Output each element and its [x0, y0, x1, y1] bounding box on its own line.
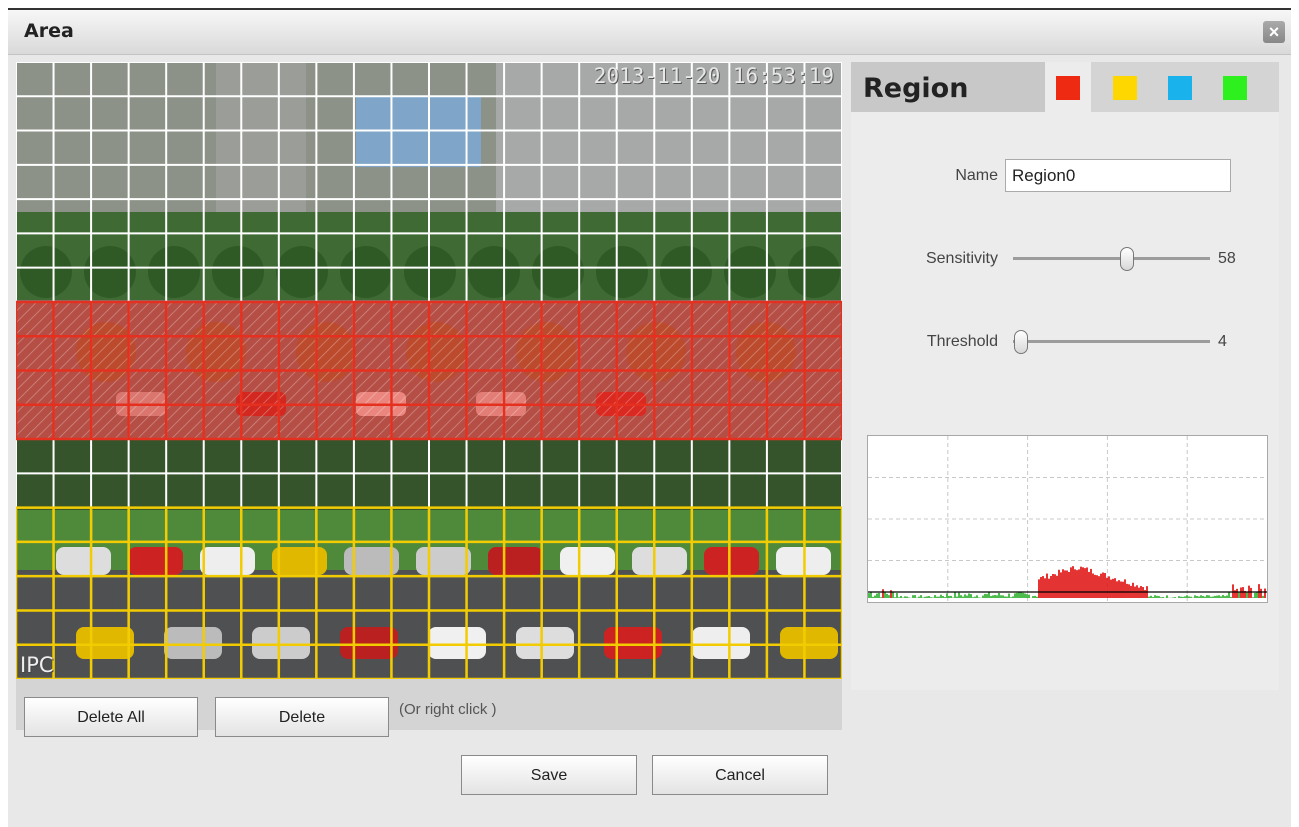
- region-color-red[interactable]: [1056, 76, 1080, 100]
- video-canvas[interactable]: [16, 62, 842, 679]
- sensitivity-value: 58: [1218, 250, 1236, 267]
- scene-tree: [788, 246, 840, 298]
- scene-car: [76, 627, 134, 659]
- save-button[interactable]: Save: [461, 755, 637, 795]
- region-color-green[interactable]: [1223, 76, 1247, 100]
- threshold-slider-track[interactable]: [1013, 340, 1210, 343]
- scene-tree: [212, 246, 264, 298]
- threshold-label: Threshold: [926, 333, 998, 350]
- scene-car: [632, 547, 687, 575]
- scene-blue-roof: [356, 97, 481, 167]
- scene-car: [128, 547, 183, 575]
- camera-label: IPC: [20, 653, 54, 677]
- sensitivity-label: Sensitivity: [925, 250, 998, 267]
- motion-graph: [867, 435, 1268, 603]
- scene-tree: [148, 246, 200, 298]
- name-field[interactable]: [1005, 159, 1231, 192]
- scene-car: [200, 547, 255, 575]
- region-color-yellow[interactable]: [1113, 76, 1137, 100]
- threshold-slider-thumb[interactable]: [1013, 330, 1028, 354]
- name-label: Name: [955, 167, 998, 184]
- video-timestamp: 2013-11-20 16:53:19: [593, 64, 834, 88]
- scene-car: [488, 547, 543, 575]
- scene-tree: [340, 246, 392, 298]
- scene-car: [692, 627, 750, 659]
- delete-hint: (Or right click ): [399, 701, 497, 718]
- threshold-value: 4: [1218, 333, 1227, 350]
- sensitivity-slider-track[interactable]: [1013, 257, 1210, 260]
- delete-all-button[interactable]: Delete All: [24, 697, 198, 737]
- cancel-button[interactable]: Cancel: [652, 755, 828, 795]
- delete-button[interactable]: Delete: [215, 697, 389, 737]
- scene-tree: [20, 246, 72, 298]
- scene-car: [416, 547, 471, 575]
- scene-car: [780, 627, 838, 659]
- scene-car: [428, 627, 486, 659]
- scene-tree: [532, 246, 584, 298]
- region-color-blue[interactable]: [1168, 76, 1192, 100]
- region-title: Region: [863, 73, 969, 104]
- scene-car: [272, 547, 327, 575]
- scene-tree: [660, 246, 712, 298]
- motion-graph-canvas: [868, 436, 1267, 602]
- scene-tree: [596, 246, 648, 298]
- region-header: Region: [851, 62, 1045, 112]
- scene-tree: [468, 246, 520, 298]
- dialog-title: Area: [24, 20, 74, 42]
- scene-tree: [724, 246, 776, 298]
- scene-car: [704, 547, 759, 575]
- video-preview[interactable]: 2013-11-20 16:53:19 IPC: [16, 62, 842, 679]
- scene-tree: [276, 246, 328, 298]
- sensitivity-slider-thumb[interactable]: [1120, 247, 1135, 271]
- scene-car: [56, 547, 111, 575]
- close-icon[interactable]: ×: [1263, 21, 1285, 43]
- scene-car: [252, 627, 310, 659]
- scene-car: [164, 627, 222, 659]
- region-tab-bar: Region: [851, 62, 1279, 112]
- title-bar[interactable]: Area ×: [8, 10, 1291, 55]
- scene-car: [516, 627, 574, 659]
- scene-car: [340, 627, 398, 659]
- scene-car: [560, 547, 615, 575]
